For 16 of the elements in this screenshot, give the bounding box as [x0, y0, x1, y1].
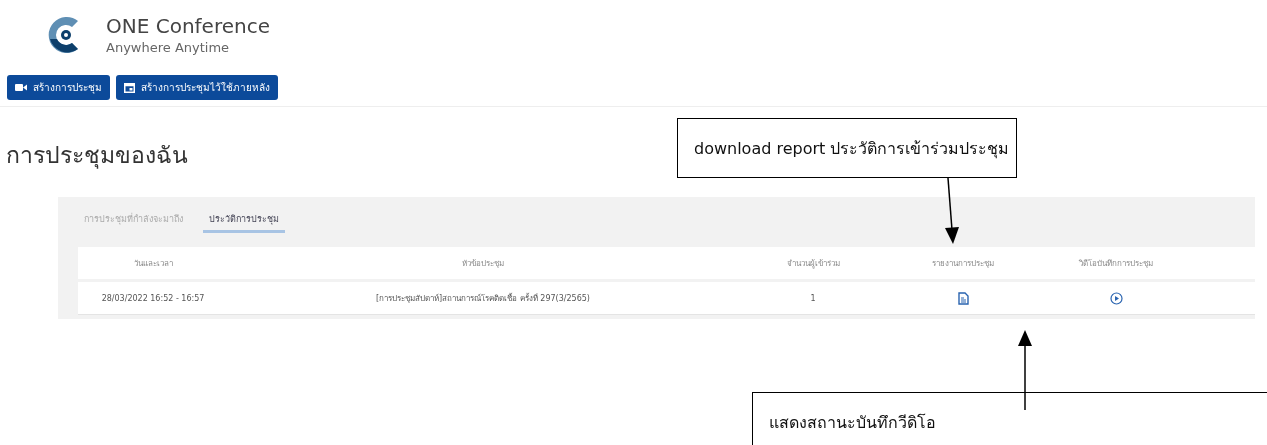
- page-title: การประชุมของฉัน: [6, 141, 188, 171]
- tab[interactable]: ประวัติการประชุม: [203, 207, 285, 233]
- column-header: วิดีโอบันทึกการประชุม: [1079, 257, 1153, 270]
- table-cell: 28/03/2022 16:52 - 16:57: [101, 293, 205, 303]
- table-cell-text: [การประชุมสัปดาห์]สถานการณ์โรคติดเชื้อ ครั้งที่ 297(3/2565): [376, 292, 590, 305]
- create-meeting-button[interactable]: สร้างการประชุมไว้ใช้ภายหลัง: [116, 75, 278, 100]
- table-cell: 1: [810, 293, 816, 303]
- column-header: จำนวนผู้เข้าร่วม: [786, 257, 840, 270]
- create-meeting-button[interactable]: สร้างการประชุม: [7, 75, 110, 100]
- column-header: หัวข้อประชุม: [462, 257, 504, 270]
- app-tagline: Anywhere Anytime: [106, 40, 231, 55]
- callout-box: download report ประวัติการเข้าร่วมประชุม: [677, 118, 1017, 178]
- column-header: รายงานการประชุม: [932, 257, 994, 270]
- callout-box: แสดงสถานะบันทึกวีดิโอ: [752, 392, 1267, 445]
- app-title: ONE Conference: [106, 14, 270, 38]
- column-header: วันและเวลา: [133, 257, 173, 270]
